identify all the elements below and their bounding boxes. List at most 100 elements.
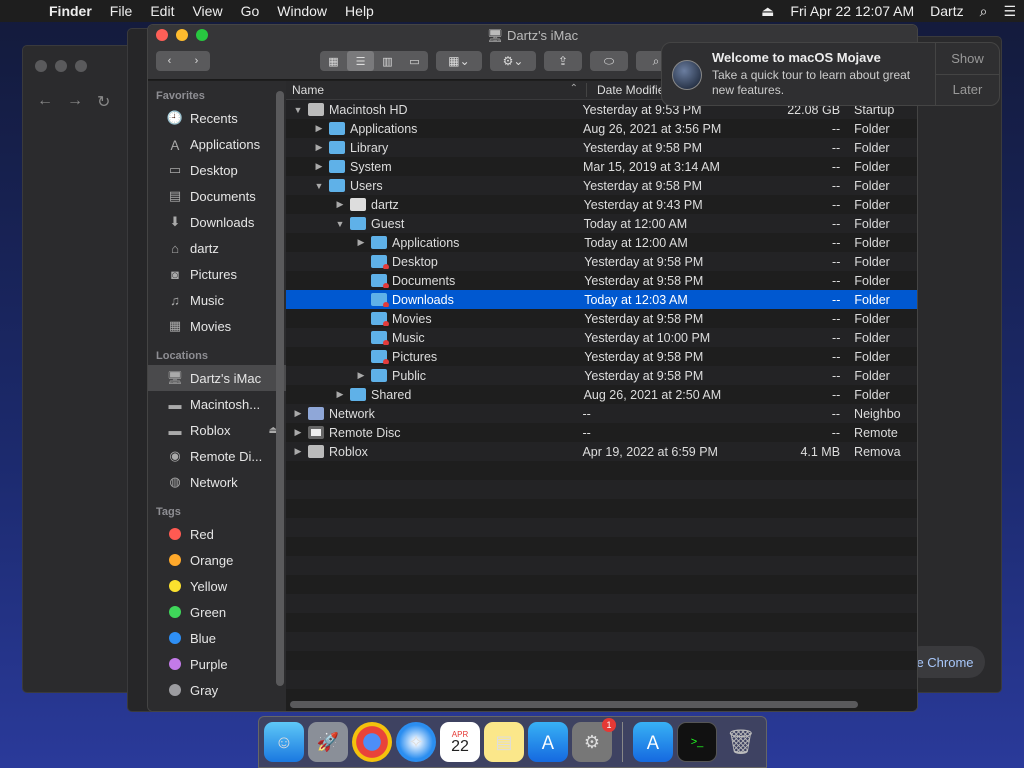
column-header-name[interactable]: Name ⌃ xyxy=(286,83,586,97)
sidebar-tag-purple[interactable]: Purple xyxy=(148,651,286,677)
tags-button[interactable]: ⬭ xyxy=(590,51,628,71)
menu-edit[interactable]: Edit xyxy=(141,3,183,19)
safari-icon[interactable]: ✧ xyxy=(396,722,436,762)
disclosure-closed-icon[interactable]: ▶ xyxy=(292,446,304,457)
notes-icon[interactable]: ▤ xyxy=(484,722,524,762)
disclosure-closed-icon[interactable]: ▶ xyxy=(292,427,304,438)
sidebar-tag-blue[interactable]: Blue xyxy=(148,625,286,651)
disclosure-closed-icon[interactable]: ▶ xyxy=(355,370,367,381)
disclosure-open-icon[interactable]: ▼ xyxy=(292,105,304,115)
icon-view-icon[interactable]: ▦ xyxy=(320,51,347,71)
calendar-icon[interactable]: APR 22 xyxy=(440,722,480,762)
app-store-installer-icon[interactable]: Ａ xyxy=(633,722,673,762)
sidebar-item-documents[interactable]: ▤ Documents xyxy=(148,183,286,209)
menu-file[interactable]: File xyxy=(101,3,142,19)
disclosure-closed-icon[interactable]: ▶ xyxy=(334,389,346,400)
terminal-icon[interactable]: >_ xyxy=(677,722,717,762)
disclosure-closed-icon[interactable]: ▶ xyxy=(334,199,346,210)
sidebar-tag-gray[interactable]: Gray xyxy=(148,677,286,703)
sidebar-item-macintosh-hd[interactable]: ▬ Macintosh... xyxy=(148,391,286,417)
table-row[interactable]: Downloads Today at 12:03 AM -- Folder xyxy=(286,290,917,309)
disclosure-closed-icon[interactable]: ▶ xyxy=(313,123,325,134)
table-row[interactable]: ▶ Library Yesterday at 9:58 PM -- Folder xyxy=(286,138,917,157)
disclosure-open-icon[interactable]: ▼ xyxy=(334,219,346,229)
sidebar-item-music[interactable]: ♫ Music xyxy=(148,287,286,313)
menu-go[interactable]: Go xyxy=(232,3,269,19)
sidebar-tag-green[interactable]: Green xyxy=(148,599,286,625)
chrome-max-dot[interactable] xyxy=(75,60,87,72)
user-menu[interactable]: Dartz xyxy=(922,3,971,19)
clock[interactable]: Fri Apr 22 12:07 AM xyxy=(782,3,922,19)
trash-icon[interactable]: 🗑 xyxy=(721,722,761,762)
sidebar-item-recents[interactable]: 🕘 Recents xyxy=(148,105,286,131)
disclosure-closed-icon[interactable]: ▶ xyxy=(313,161,325,172)
notification-center-icon[interactable]: ☰ xyxy=(995,3,1024,20)
table-row[interactable]: Desktop Yesterday at 9:58 PM -- Folder xyxy=(286,252,917,271)
menu-view[interactable]: View xyxy=(183,3,231,19)
finder-icon[interactable]: ☺ xyxy=(264,722,304,762)
later-button[interactable]: Later xyxy=(936,73,999,106)
disclosure-closed-icon[interactable]: ▶ xyxy=(292,408,304,419)
menu-finder[interactable]: Finder xyxy=(40,3,101,19)
eject-icon[interactable]: ⏏ xyxy=(753,3,782,20)
group-by-button[interactable]: ▦ ⌄ xyxy=(436,51,482,71)
forward-arrow-icon[interactable]: → xyxy=(67,92,83,112)
menu-window[interactable]: Window xyxy=(268,3,336,19)
spotlight-search-icon[interactable]: ⌕ xyxy=(972,3,996,20)
table-row[interactable]: ▼ Guest Today at 12:00 AM -- Folder xyxy=(286,214,917,233)
table-row[interactable]: ▶ Remote Disc -- -- Remote xyxy=(286,423,917,442)
sidebar-item-imac[interactable]: 🖥 Dartz's iMac xyxy=(148,365,286,391)
background-chrome-window[interactable]: ← → ↻ xyxy=(22,45,142,693)
sidebar-item-dartz[interactable]: ⌂ dartz xyxy=(148,235,286,261)
kind-cell: Folder xyxy=(854,121,890,136)
table-row[interactable]: ▶ System Mar 15, 2019 at 3:14 AM -- Folder xyxy=(286,157,917,176)
table-row[interactable]: Movies Yesterday at 9:58 PM -- Folder xyxy=(286,309,917,328)
sidebar-item-pictures[interactable]: ◙ Pictures xyxy=(148,261,286,287)
table-row[interactable]: ▶ dartz Yesterday at 9:43 PM -- Folder xyxy=(286,195,917,214)
system-preferences-icon[interactable]: ⚙ 1 xyxy=(572,718,616,762)
sidebar-tag-yellow[interactable]: Yellow xyxy=(148,573,286,599)
action-button[interactable]: ⚙ ⌄ xyxy=(490,51,536,71)
show-button[interactable]: Show xyxy=(936,43,999,74)
sidebar-scrollbar[interactable] xyxy=(276,91,284,686)
table-row[interactable]: ▶ Shared Aug 26, 2021 at 2:50 AM -- Folder xyxy=(286,385,917,404)
share-button[interactable]: ⇪ xyxy=(544,51,582,71)
menu-help[interactable]: Help xyxy=(336,3,383,19)
sidebar-item-downloads[interactable]: ⬇ Downloads xyxy=(148,209,286,235)
table-row[interactable]: ▼ Users Yesterday at 9:58 PM -- Folder xyxy=(286,176,917,195)
sidebar-tag-red[interactable]: Red xyxy=(148,521,286,547)
back-chevron-icon[interactable]: ‹ xyxy=(156,51,183,71)
sidebar-item-remote-disc[interactable]: ◉ Remote Di... xyxy=(148,443,286,469)
table-row[interactable]: Pictures Yesterday at 9:58 PM -- Folder xyxy=(286,347,917,366)
chrome-min-dot[interactable] xyxy=(55,60,67,72)
table-row[interactable]: Music Yesterday at 10:00 PM -- Folder xyxy=(286,328,917,347)
table-row[interactable]: ▶ Applications Today at 12:00 AM -- Folder xyxy=(286,233,917,252)
table-row[interactable]: ▶ Roblox Apr 19, 2022 at 6:59 PM 4.1 MB Remo… xyxy=(286,442,917,461)
table-row[interactable]: ▶ Applications Aug 26, 2021 at 3:56 PM -- Fo… xyxy=(286,119,917,138)
table-row[interactable]: ▶ Public Yesterday at 9:58 PM -- Folder xyxy=(286,366,917,385)
column-view-icon[interactable]: ▥ xyxy=(374,51,401,71)
app-store-icon[interactable]: Ａ xyxy=(528,722,568,762)
disclosure-closed-icon[interactable]: ▶ xyxy=(313,142,325,153)
sidebar-tag-orange[interactable]: Orange xyxy=(148,547,286,573)
disclosure-closed-icon[interactable]: ▶ xyxy=(355,237,367,248)
sidebar-item-desktop[interactable]: ▭ Desktop xyxy=(148,157,286,183)
table-row[interactable]: Documents Yesterday at 9:58 PM -- Folder xyxy=(286,271,917,290)
sidebar-item-movies[interactable]: ▦ Movies xyxy=(148,313,286,339)
gallery-view-icon[interactable]: ▭ xyxy=(401,51,428,71)
chrome-close-dot[interactable] xyxy=(35,60,47,72)
sidebar-item-network[interactable]: ◍ Network xyxy=(148,469,286,495)
horizontal-scrollbar[interactable] xyxy=(290,701,858,708)
sidebar-item-applications[interactable]: Ａ Applications xyxy=(148,131,286,157)
list-view-icon[interactable]: ☰ xyxy=(347,51,374,71)
forward-chevron-icon[interactable]: › xyxy=(183,51,210,71)
size-cell: -- xyxy=(831,197,841,212)
disclosure-open-icon[interactable]: ▼ xyxy=(313,181,325,191)
notification-banner[interactable]: Welcome to macOS Mojave Take a quick tou… xyxy=(661,42,1000,106)
reload-icon[interactable]: ↻ xyxy=(97,92,110,112)
chrome-icon[interactable] xyxy=(352,722,392,762)
sidebar-item-roblox[interactable]: ▬ Roblox ⏏ xyxy=(148,417,286,443)
launchpad-icon[interactable]: 🚀 xyxy=(308,722,348,762)
table-row[interactable]: ▶ Network -- -- Neighbo xyxy=(286,404,917,423)
back-arrow-icon[interactable]: ← xyxy=(37,92,53,112)
